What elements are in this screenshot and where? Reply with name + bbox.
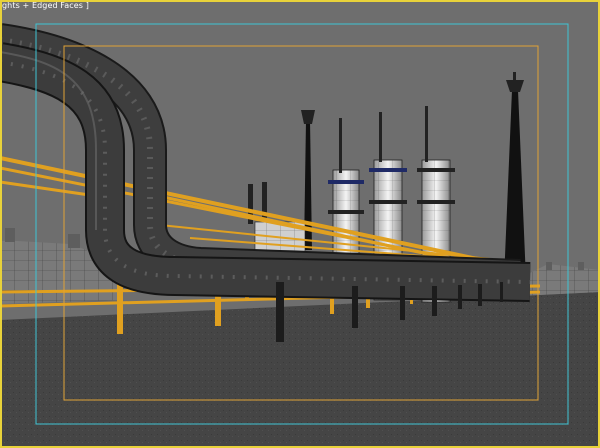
scene-render[interactable] [0, 0, 600, 448]
viewport[interactable]: ghts + Edged Faces ] [0, 0, 600, 448]
viewport-label[interactable]: ghts + Edged Faces ] [2, 1, 89, 11]
